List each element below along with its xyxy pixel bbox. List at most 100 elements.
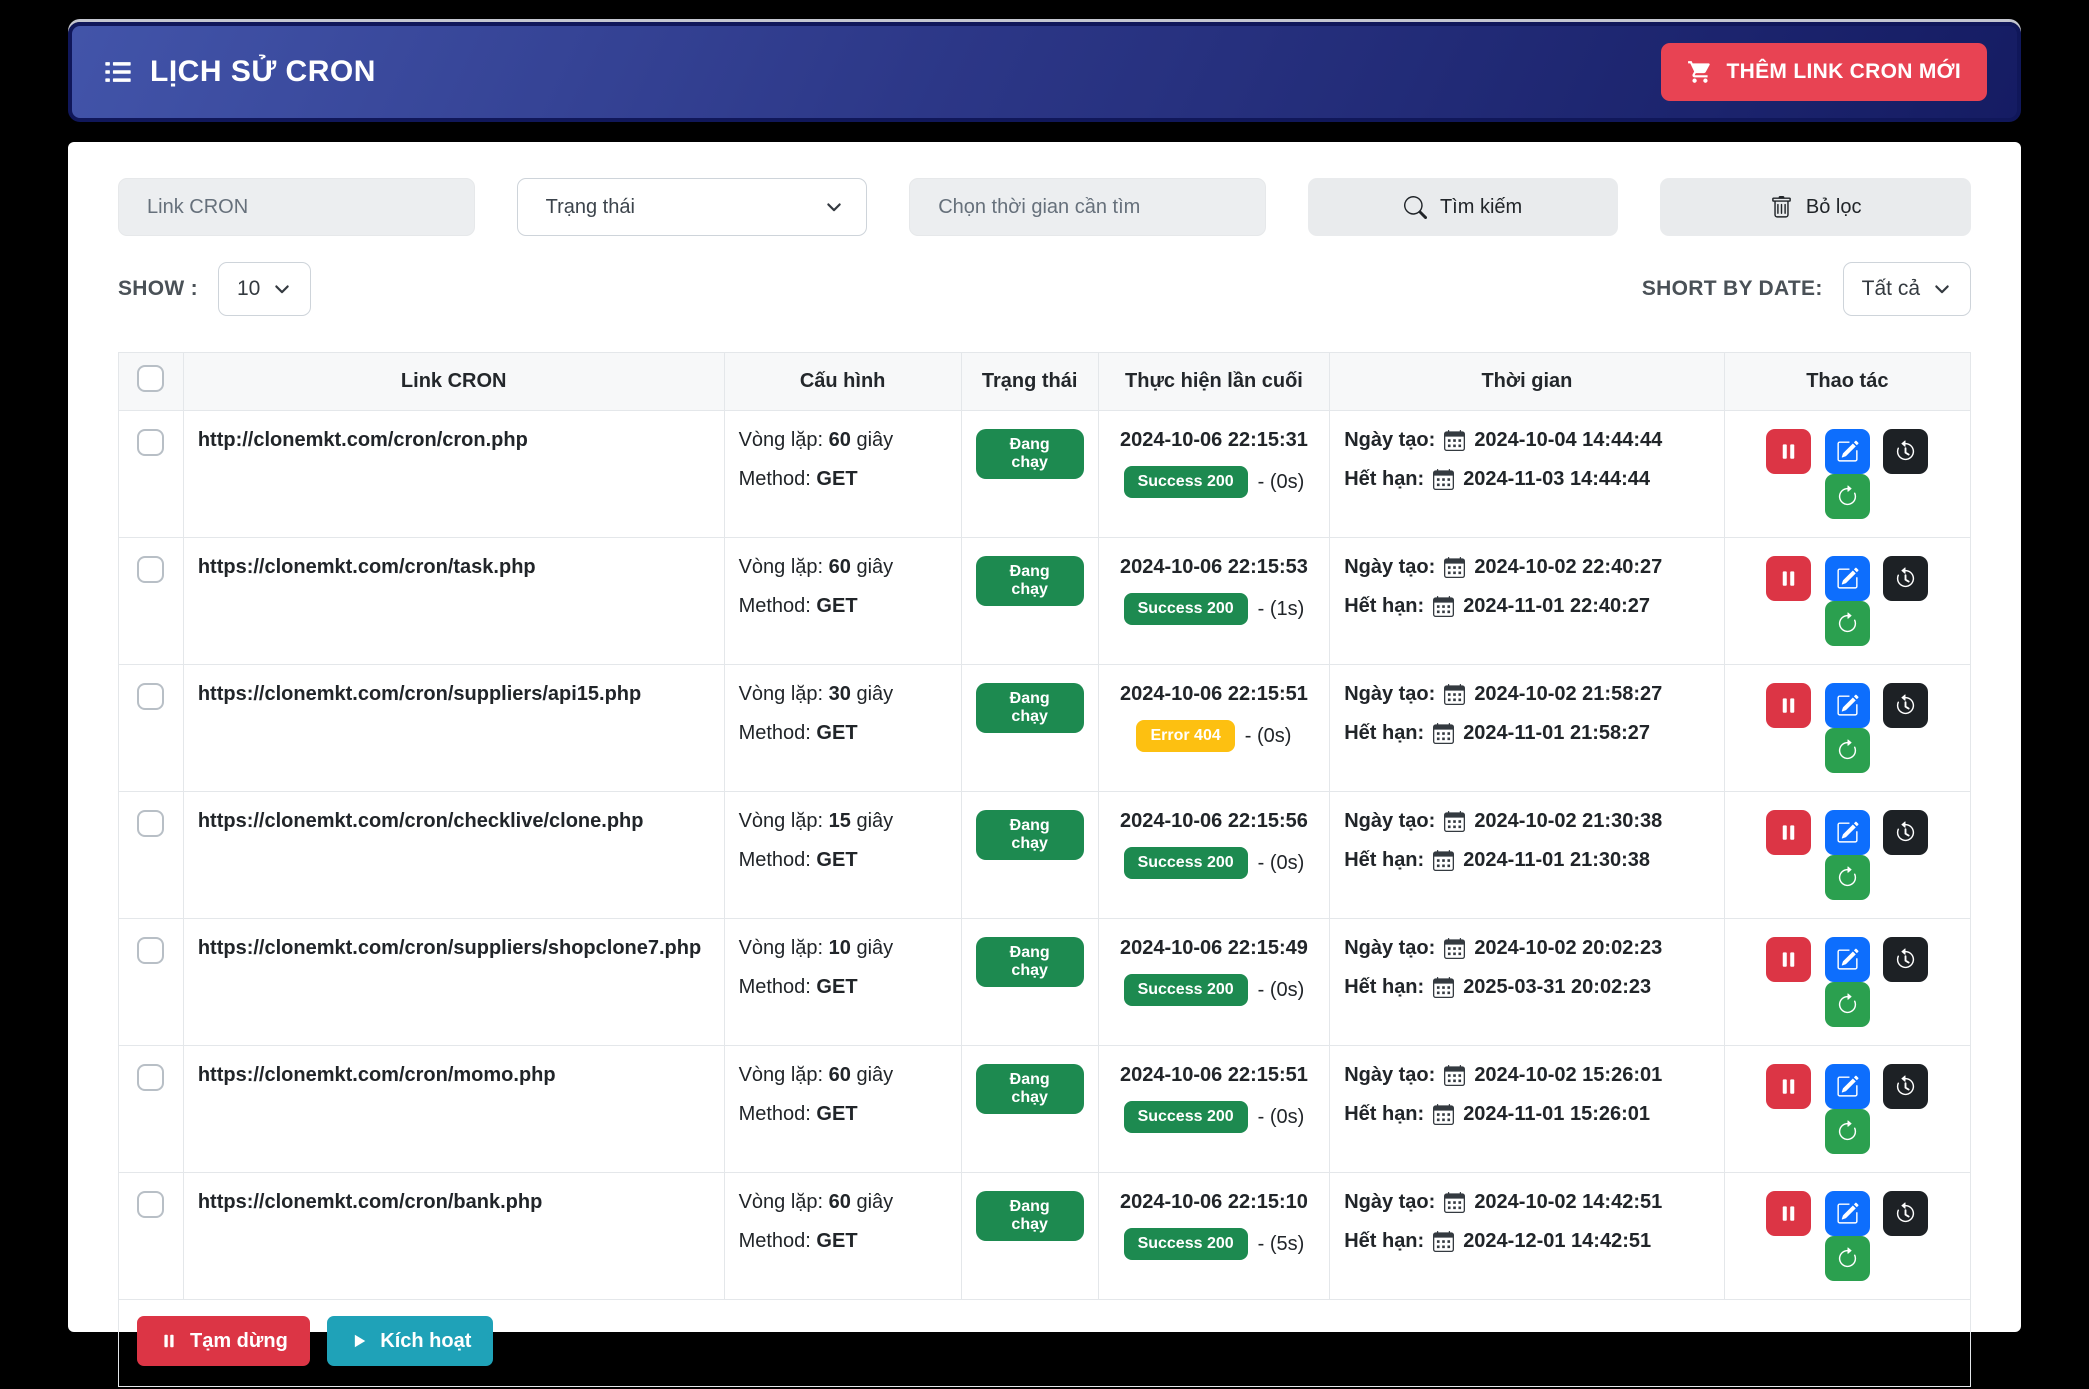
clear-filter-button-label: Bỏ lọc xyxy=(1806,196,1862,219)
rerun-button[interactable] xyxy=(1825,601,1870,646)
history-button[interactable] xyxy=(1883,810,1928,855)
history-button[interactable] xyxy=(1883,937,1928,982)
row-checkbox[interactable] xyxy=(137,1064,164,1091)
rerun-button[interactable] xyxy=(1825,855,1870,900)
clear-filter-button[interactable]: Bỏ lọc xyxy=(1660,178,1971,236)
run-duration: - (5s) xyxy=(1258,1233,1305,1256)
last-run-time: 2024-10-06 22:15:51 xyxy=(1113,683,1316,706)
pause-icon xyxy=(1777,948,1800,971)
created-date: Ngày tạo: 2024-10-02 22:40:27 xyxy=(1344,556,1709,579)
edit-button[interactable] xyxy=(1825,937,1870,982)
search-button[interactable]: Tìm kiếm xyxy=(1308,178,1619,236)
pause-button[interactable] xyxy=(1766,937,1811,982)
method-config: Method: GET xyxy=(739,468,947,491)
row-checkbox[interactable] xyxy=(137,429,164,456)
bulk-pause-button[interactable]: Tạm dừng xyxy=(137,1316,310,1366)
method-config: Method: GET xyxy=(739,849,947,872)
row-checkbox[interactable] xyxy=(137,683,164,710)
table-header-row: Link CRON Cấu hình Trạng thái Thực hiện … xyxy=(119,353,1971,411)
cron-url: https://clonemkt.com/cron/checklive/clon… xyxy=(198,810,644,832)
last-run-time: 2024-10-06 22:15:56 xyxy=(1113,810,1316,833)
history-button[interactable] xyxy=(1883,556,1928,601)
edit-icon xyxy=(1836,694,1859,717)
column-header-link: Link CRON xyxy=(183,353,724,411)
last-run-time: 2024-10-06 22:15:10 xyxy=(1113,1191,1316,1214)
rerun-icon xyxy=(1836,485,1859,508)
rerun-icon xyxy=(1836,739,1859,762)
history-button[interactable] xyxy=(1883,683,1928,728)
header-bar: LỊCH SỬ CRON THÊM LINK CRON MỚI xyxy=(68,22,2021,122)
row-checkbox[interactable] xyxy=(137,556,164,583)
rerun-button[interactable] xyxy=(1825,728,1870,773)
pause-button[interactable] xyxy=(1766,556,1811,601)
calendar-icon xyxy=(1444,1065,1465,1086)
edit-button[interactable] xyxy=(1825,683,1870,728)
sort-by-date-select[interactable]: Tất cả xyxy=(1843,262,1971,316)
calendar-icon xyxy=(1433,1231,1454,1252)
bulk-activate-button[interactable]: Kích hoạt xyxy=(327,1316,493,1366)
page: LỊCH SỬ CRON THÊM LINK CRON MỚI Trạng th… xyxy=(0,0,2089,1389)
loop-config: Vòng lặp: 60 giây xyxy=(739,429,947,452)
rerun-button[interactable] xyxy=(1825,1109,1870,1154)
link-cron-input[interactable] xyxy=(118,178,475,236)
select-all-checkbox[interactable] xyxy=(137,365,164,392)
pause-icon xyxy=(1777,440,1800,463)
rerun-button[interactable] xyxy=(1825,1236,1870,1281)
pause-button[interactable] xyxy=(1766,429,1811,474)
pause-button[interactable] xyxy=(1766,810,1811,855)
history-icon xyxy=(1894,694,1917,717)
edit-button[interactable] xyxy=(1825,429,1870,474)
rerun-icon xyxy=(1836,612,1859,635)
run-duration: - (0s) xyxy=(1258,979,1305,1002)
run-duration: - (1s) xyxy=(1258,598,1305,621)
expire-date: Hết hạn: 2024-11-03 14:44:44 xyxy=(1344,468,1709,491)
pause-icon xyxy=(1777,567,1800,590)
add-cron-button[interactable]: THÊM LINK CRON MỚI xyxy=(1661,43,1987,101)
trash-icon xyxy=(1770,196,1793,219)
time-range-input[interactable] xyxy=(909,178,1266,236)
status-select[interactable]: Trạng thái xyxy=(517,178,868,236)
loop-config: Vòng lặp: 60 giây xyxy=(739,556,947,579)
status-badge: Đang chạy xyxy=(976,1064,1084,1114)
rerun-button[interactable] xyxy=(1825,474,1870,519)
edit-button[interactable] xyxy=(1825,1191,1870,1236)
edit-button[interactable] xyxy=(1825,1064,1870,1109)
pause-button[interactable] xyxy=(1766,683,1811,728)
method-config: Method: GET xyxy=(739,1103,947,1126)
calendar-icon xyxy=(1444,684,1465,705)
rerun-icon xyxy=(1836,866,1859,889)
status-badge: Đang chạy xyxy=(976,429,1084,479)
history-button[interactable] xyxy=(1883,1191,1928,1236)
history-button[interactable] xyxy=(1883,429,1928,474)
result-badge: Success 200 xyxy=(1124,1101,1248,1133)
rerun-button[interactable] xyxy=(1825,982,1870,1027)
row-checkbox[interactable] xyxy=(137,937,164,964)
page-size-select[interactable]: 10 xyxy=(218,262,311,316)
rerun-icon xyxy=(1836,993,1859,1016)
edit-button[interactable] xyxy=(1825,556,1870,601)
play-icon xyxy=(349,1331,369,1351)
pause-button[interactable] xyxy=(1766,1064,1811,1109)
history-button[interactable] xyxy=(1883,1064,1928,1109)
edit-icon xyxy=(1836,567,1859,590)
search-button-label: Tìm kiếm xyxy=(1440,196,1522,219)
rerun-icon xyxy=(1836,1247,1859,1270)
column-header-actions: Thao tác xyxy=(1724,353,1970,411)
calendar-icon xyxy=(1433,977,1454,998)
column-header-status: Trạng thái xyxy=(961,353,1098,411)
row-checkbox[interactable] xyxy=(137,810,164,837)
last-run-time: 2024-10-06 22:15:31 xyxy=(1113,429,1316,452)
pause-button[interactable] xyxy=(1766,1191,1811,1236)
edit-icon xyxy=(1836,948,1859,971)
calendar-icon xyxy=(1444,811,1465,832)
status-badge: Đang chạy xyxy=(976,683,1084,733)
edit-button[interactable] xyxy=(1825,810,1870,855)
cron-url: http://clonemkt.com/cron/cron.php xyxy=(198,429,528,451)
loop-config: Vòng lặp: 15 giây xyxy=(739,810,947,833)
status-select-value: Trạng thái xyxy=(546,196,635,219)
row-checkbox[interactable] xyxy=(137,1191,164,1218)
history-icon xyxy=(1894,821,1917,844)
search-icon xyxy=(1404,196,1427,219)
status-badge: Đang chạy xyxy=(976,1191,1084,1241)
calendar-icon xyxy=(1433,850,1454,871)
